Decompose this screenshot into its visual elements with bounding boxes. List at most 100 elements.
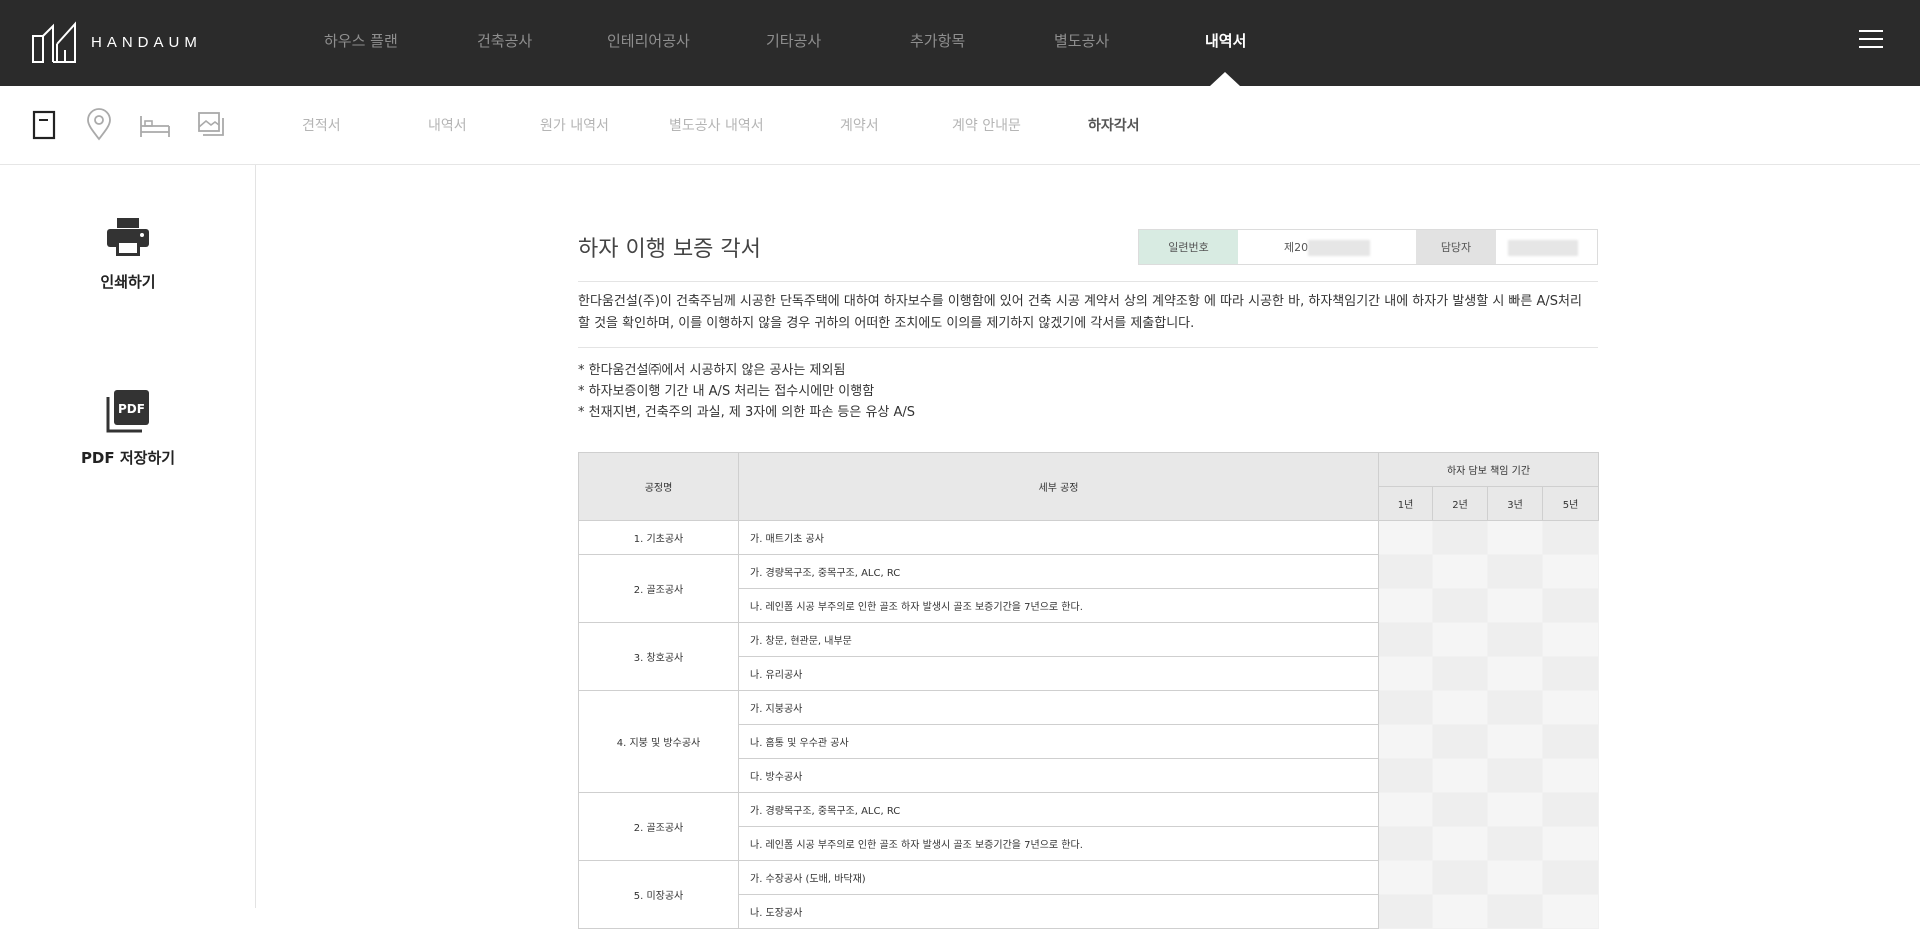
tab-statement[interactable]: 내역서 (428, 115, 467, 135)
detail-cell: 나. 홈통 및 우수관 공사 (738, 724, 1379, 759)
redacted-period-cell (1487, 554, 1543, 589)
detail-cell: 나. 레인폼 시공 부주의로 인한 골조 하자 발생시 골조 보증기간을 7년으… (738, 588, 1379, 623)
redacted-period-cell (1487, 622, 1543, 657)
bed-icon[interactable] (138, 108, 172, 142)
redacted-period-cell (1378, 826, 1433, 861)
nav-statement[interactable]: 내역서 (1205, 30, 1246, 51)
column-header-year: 3년 (1487, 486, 1543, 521)
note-item: * 한다움건설㈜에서 시공하지 않은 공사는 제외됨 (578, 363, 846, 378)
redacted-period-cell (1487, 894, 1543, 929)
column-header-year: 1년 (1378, 486, 1433, 521)
pdf-file-icon: PDF (106, 390, 149, 433)
column-header-period: 하자 담보 책임 기간 (1377, 452, 1600, 487)
redacted-period-cell (1378, 792, 1433, 827)
manager-label: 담당자 (1416, 230, 1496, 264)
redacted-period-cell (1541, 554, 1600, 589)
redacted-period-cell (1541, 758, 1600, 793)
redacted-period-cell (1541, 792, 1600, 827)
process-cell: 2. 골조공사 (578, 554, 739, 623)
redacted-period-cell (1378, 860, 1433, 895)
redacted-period-cell (1487, 860, 1543, 895)
hamburger-menu-icon[interactable] (1859, 30, 1883, 50)
notes-list: * 한다움건설㈜에서 시공하지 않은 공사는 제외됨 * 하자보증이행 기간 내… (578, 360, 915, 423)
pledge-paragraph: 한다움건설(주)이 건축주님께 시공한 단독주택에 대하여 하자보수를 이행함에… (578, 294, 1582, 331)
top-navigation-bar: HANDAUM 하우스 플랜 건축공사 인테리어공사 기타공사 추가항목 별도공… (0, 0, 1920, 86)
pdf-save-button[interactable]: PDF PDF 저장하기 (0, 389, 256, 468)
tab-contract[interactable]: 계약서 (840, 115, 879, 135)
redacted-period-cell (1487, 656, 1543, 691)
logo[interactable]: HANDAUM (31, 20, 202, 64)
redacted-period-cell (1541, 724, 1600, 759)
redacted-serial (1308, 240, 1370, 256)
redacted-period-cell (1378, 622, 1433, 657)
redacted-period-cell (1541, 860, 1600, 895)
serial-number-label: 일련번호 (1139, 230, 1238, 264)
detail-cell: 가. 수장공사 (도배, 바닥재) (738, 860, 1379, 895)
image-icon[interactable] (194, 108, 228, 142)
detail-cell: 가. 경량목구조, 중목구조, ALC, RC (738, 554, 1379, 589)
pdf-icon-text: PDF (118, 402, 145, 416)
column-header-year: 2년 (1432, 486, 1488, 521)
redacted-period-cell (1432, 554, 1488, 589)
redacted-period-cell (1541, 622, 1600, 657)
tab-defect-pledge[interactable]: 하자각서 (1088, 115, 1140, 135)
redacted-period-cell (1487, 690, 1543, 725)
pdf-save-label: PDF 저장하기 (80, 449, 176, 467)
redacted-period-cell (1487, 826, 1543, 861)
redacted-period-cell (1378, 554, 1433, 589)
detail-cell: 나. 유리공사 (738, 656, 1379, 691)
redacted-period-cell (1487, 588, 1543, 623)
column-header-detail: 세부 공정 (738, 452, 1379, 521)
redacted-period-cell (1432, 792, 1488, 827)
document-title: 하자 이행 보증 각서 (578, 237, 761, 262)
document-icon[interactable] (28, 108, 62, 142)
detail-cell: 가. 창문, 현관문, 내부문 (738, 622, 1379, 657)
handaum-logo-icon (32, 21, 76, 63)
column-header-year: 5년 (1541, 486, 1600, 521)
nav-other-work[interactable]: 기타공사 (766, 30, 821, 51)
redacted-period-cell (1541, 588, 1600, 623)
tab-estimate[interactable]: 견적서 (302, 115, 341, 135)
redacted-period-cell (1378, 520, 1433, 555)
redacted-period-cell (1378, 894, 1433, 929)
print-button[interactable]: 인쇄하기 (0, 217, 256, 292)
process-cell: 4. 지붕 및 방수공사 (578, 690, 739, 793)
redacted-period-cell (1432, 690, 1488, 725)
nav-separate-work[interactable]: 별도공사 (1054, 30, 1109, 51)
nav-additional-items[interactable]: 추가항목 (910, 30, 965, 51)
tab-contract-guide[interactable]: 계약 안내문 (952, 115, 1021, 135)
redacted-period-cell (1432, 826, 1488, 861)
active-nav-indicator (1210, 72, 1240, 86)
tab-separate-work-statement[interactable]: 별도공사 내역서 (669, 115, 764, 135)
nav-house-plan[interactable]: 하우스 플랜 (324, 30, 398, 51)
note-item: * 천재지변, 건축주의 과실, 제 3자에 의한 파손 등은 유상 A/S (578, 405, 916, 420)
redacted-period-cell (1378, 758, 1433, 793)
detail-cell: 가. 경량목구조, 중목구조, ALC, RC (738, 792, 1379, 827)
redacted-period-cell (1378, 588, 1433, 623)
print-label: 인쇄하기 (100, 273, 156, 291)
redacted-period-cell (1541, 894, 1600, 929)
table-row: 2. 골조공사 가. 경량목구조, 중목구조, ALC, RC (578, 792, 1600, 861)
tab-cost-statement[interactable]: 원가 내역서 (540, 115, 609, 135)
process-cell: 3. 창호공사 (578, 622, 739, 691)
redacted-period-cell (1487, 758, 1543, 793)
table-row: 4. 지붕 및 방수공사 가. 지붕공사 (578, 690, 1600, 793)
location-pin-icon[interactable] (82, 108, 116, 142)
table-row: 2. 골조공사 가. 경량목구조, 중목구조, ALC, RC (578, 554, 1600, 623)
redacted-period-cell (1432, 520, 1488, 555)
sub-navigation-bar: 견적서 내역서 원가 내역서 별도공사 내역서 계약서 계약 안내문 하자각서 (0, 86, 1920, 165)
nav-interior[interactable]: 인테리어공사 (607, 30, 690, 51)
redacted-period-cell (1432, 758, 1488, 793)
warranty-table: 공정명 세부 공정 하자 담보 책임 기간 1년 2년 3년 5년 1. 기초공… (578, 452, 1600, 929)
nav-construction[interactable]: 건축공사 (477, 30, 532, 51)
redacted-period-cell (1541, 656, 1600, 691)
warranty-table-body: 1. 기초공사 가. 매트기초 공사 2. 골조공사 가. 경량목구조, 중목구조, … (578, 520, 1600, 929)
redacted-period-cell (1378, 690, 1433, 725)
redacted-period-cell (1541, 690, 1600, 725)
redacted-period-cell (1487, 724, 1543, 759)
redacted-period-cell (1432, 860, 1488, 895)
process-cell: 1. 기초공사 (578, 520, 739, 555)
redacted-manager (1508, 240, 1578, 256)
printer-icon (107, 218, 149, 256)
detail-cell: 나. 도장공사 (738, 894, 1379, 929)
